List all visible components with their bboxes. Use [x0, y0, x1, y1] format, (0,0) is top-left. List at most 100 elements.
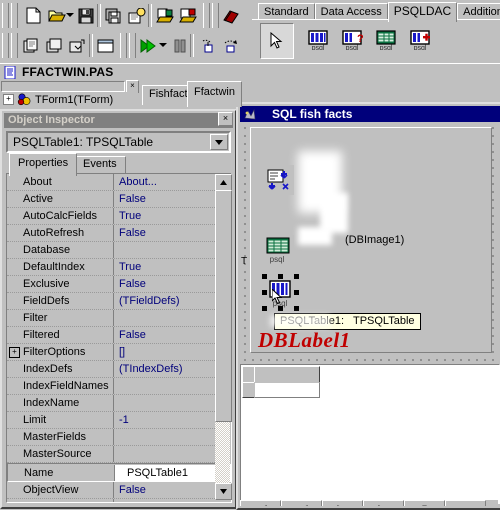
nav-last-button[interactable] [363, 500, 404, 506]
psql-table-component[interactable]: psql [370, 23, 402, 57]
property-value[interactable]: -1 [113, 412, 229, 428]
new-file-button[interactable] [22, 4, 45, 27]
property-value[interactable] [113, 446, 229, 462]
tree-expander-icon[interactable]: + [3, 94, 14, 105]
psql-database-component[interactable]: psql [302, 23, 334, 57]
nav-insert-button[interactable] [404, 500, 445, 506]
toolbar-grip[interactable] [11, 33, 18, 58]
resize-handle[interactable] [262, 306, 267, 311]
db-label-component[interactable]: DBLabel1 [258, 328, 351, 353]
psql-query-component[interactable]: ?psql [336, 23, 368, 57]
save-file-button[interactable] [74, 4, 97, 27]
remove-file-button[interactable] [176, 4, 199, 27]
toolbar-grip[interactable] [11, 3, 18, 28]
property-value[interactable]: True [113, 259, 229, 275]
palette-tab-additional[interactable]: Additional [457, 3, 500, 20]
resize-handle[interactable] [262, 290, 267, 295]
resize-handle[interactable] [294, 274, 299, 279]
step-over-button[interactable] [219, 34, 242, 57]
toolbar-grip[interactable] [2, 33, 9, 58]
scroll-up-button[interactable] [215, 174, 232, 191]
property-value[interactable] [113, 395, 229, 411]
toolbar-grip[interactable] [203, 3, 210, 28]
property-value[interactable]: False [113, 499, 229, 502]
db-navigator-component[interactable] [240, 500, 498, 506]
new-form-button[interactable] [94, 34, 117, 57]
property-row[interactable]: DefaultIndex True [7, 259, 229, 276]
property-value[interactable]: False [113, 482, 229, 498]
tab-events[interactable]: Events [74, 156, 126, 174]
psql-database-component-icon[interactable]: psql [264, 235, 294, 265]
object-tree-root-row[interactable]: + TForm1(TForm) [0, 92, 138, 107]
pointer-tool[interactable] [260, 23, 294, 59]
object-selector-combo[interactable]: PSQLTable1: TPSQLTable [6, 131, 231, 153]
chevron-down-icon[interactable] [210, 134, 228, 150]
open-dropdown-button[interactable] [66, 13, 74, 17]
db-navigator-component-icon[interactable] [264, 165, 294, 195]
property-row[interactable]: AutoRefresh False [7, 225, 229, 242]
psql-stored-proc-component[interactable]: psql [404, 23, 436, 57]
resize-handle[interactable] [278, 274, 283, 279]
property-row[interactable]: MasterFields [7, 429, 229, 446]
help-button[interactable] [219, 4, 242, 27]
property-row[interactable]: IndexDefs (TIndexDefs) [7, 361, 229, 378]
property-row[interactable]: ObjectView False [7, 482, 229, 499]
db-grid-component[interactable] [240, 364, 500, 504]
property-value[interactable]: False [113, 276, 229, 292]
property-value[interactable]: True [113, 208, 229, 224]
open-project-button[interactable] [125, 4, 148, 27]
property-value[interactable] [113, 242, 229, 258]
nav-first-button[interactable] [240, 500, 281, 506]
toolbar-grip[interactable] [120, 33, 127, 58]
toolbar-grip[interactable] [212, 3, 219, 28]
property-grid-scrollbar[interactable] [215, 174, 232, 500]
property-row[interactable]: IndexFieldNames [7, 378, 229, 395]
property-value[interactable]: [] [113, 344, 229, 360]
toolbar-grip[interactable] [2, 3, 9, 28]
tab-ffactwin[interactable]: Ffactwin [187, 81, 242, 107]
property-row[interactable]: Filter [7, 310, 229, 327]
property-grid[interactable]: About About... Active False AutoCalcFields… [6, 173, 232, 503]
run-dropdown-button[interactable] [159, 43, 167, 47]
object-tree-field[interactable] [1, 81, 125, 92]
resize-handle[interactable] [278, 306, 283, 311]
grid-column-header[interactable] [254, 366, 320, 383]
property-row[interactable]: About About... [7, 174, 229, 191]
toolbar-grip[interactable] [129, 33, 136, 58]
property-value[interactable] [113, 429, 229, 445]
property-value[interactable]: About... [113, 174, 229, 190]
property-row[interactable]: AutoCalcFields True [7, 208, 229, 225]
nav-prior-button[interactable] [281, 500, 322, 506]
property-value[interactable] [113, 310, 229, 326]
property-value-editor[interactable]: PSQLTable1 [114, 464, 230, 481]
add-file-button[interactable] [153, 4, 176, 27]
property-row[interactable]: + FilterOptions [] [7, 344, 229, 361]
property-row[interactable]: Active False [7, 191, 229, 208]
view-form-button[interactable] [43, 34, 66, 57]
property-value[interactable]: (TFieldDefs) [113, 293, 229, 309]
property-row[interactable]: Database [7, 242, 229, 259]
form-canvas[interactable]: psql psql T (DBImage1) PSQLTable1: TPSQL… [240, 123, 500, 506]
trace-into-button[interactable] [196, 34, 219, 57]
resize-handle[interactable] [262, 274, 267, 279]
scroll-down-button[interactable] [215, 483, 232, 500]
property-row[interactable]: ReadOnlyFalse [7, 499, 229, 502]
property-row[interactable]: Filtered False [7, 327, 229, 344]
resize-handle[interactable] [294, 306, 299, 311]
palette-tab-standard[interactable]: Standard [258, 3, 315, 20]
toggle-form-unit-button[interactable] [66, 34, 89, 57]
property-value[interactable]: False [113, 327, 229, 343]
form-title-bar[interactable]: SQL fish facts [240, 106, 500, 122]
tab-properties[interactable]: Properties [9, 153, 78, 176]
palette-tab-psqldac[interactable]: PSQLDAC [387, 2, 458, 22]
view-unit-button[interactable] [20, 34, 43, 57]
palette-tab-data-access[interactable]: Data Access [314, 3, 388, 20]
property-row[interactable]: FieldDefs (TFieldDefs) [7, 293, 229, 310]
nav-delete-button[interactable] [445, 500, 486, 506]
property-row[interactable]: MasterSource [7, 446, 229, 463]
scrollbar-thumb[interactable] [215, 190, 232, 422]
property-row[interactable]: Exclusive False [7, 276, 229, 293]
grid-data-cell[interactable] [254, 382, 320, 398]
property-value[interactable]: False [113, 225, 229, 241]
nav-next-button[interactable] [322, 500, 363, 506]
